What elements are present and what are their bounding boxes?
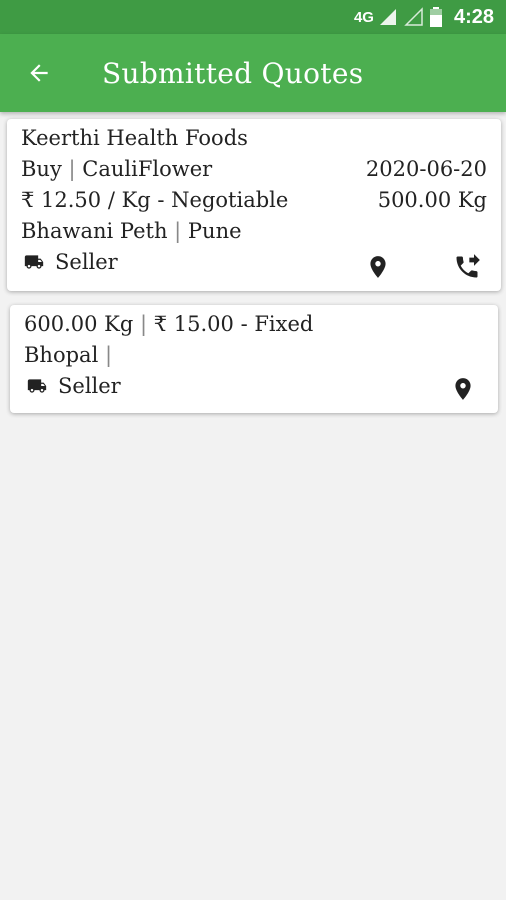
role-label: Seller (55, 250, 118, 274)
separator: | (139, 312, 148, 336)
quote-role-row: Seller (21, 249, 487, 275)
location-city: Bhopal (24, 343, 99, 367)
page-title: Submitted Quotes (102, 56, 364, 90)
quote-card[interactable]: 600.00 Kg | ₹ 15.00 - Fixed Bhopal | Sel… (10, 305, 498, 413)
signal-icon (379, 9, 396, 25)
quote-company-row: Keerthi Health Foods (21, 125, 487, 151)
quote-role: Seller (21, 249, 118, 275)
battery-icon (429, 7, 442, 27)
quote-date: 2020-06-20 (365, 157, 487, 181)
quote-price-line: 600.00 Kg | ₹ 15.00 - Fixed (24, 311, 313, 337)
separator: | (104, 343, 113, 367)
quote-price: ₹ 15.00 - Fixed (153, 312, 314, 336)
location-city: Pune (187, 219, 242, 243)
app-bar: Submitted Quotes (0, 34, 506, 112)
quote-type: Buy (21, 157, 62, 181)
signal-empty-icon (404, 7, 423, 26)
arrow-back-icon[interactable] (24, 58, 54, 88)
quote-location: Bhopal | (24, 342, 112, 368)
location-area: Bhawani Peth (21, 219, 168, 243)
status-bar: 4G 4:28 (0, 0, 506, 34)
phone-forward-icon[interactable] (453, 253, 481, 281)
truck-icon (27, 379, 47, 393)
company-name: Keerthi Health Foods (21, 126, 248, 150)
truck-icon (24, 255, 44, 269)
role-label: Seller (58, 374, 121, 398)
quote-price-row: 600.00 Kg | ₹ 15.00 - Fixed (24, 311, 484, 337)
quote-product: Buy | CauliFlower (21, 156, 212, 182)
separator: | (174, 219, 182, 243)
quote-location-row: Bhawani Peth | Pune (21, 218, 487, 244)
quote-product-row: Buy | CauliFlower 2020-06-20 (21, 156, 487, 182)
quote-quantity: 500.00 Kg (377, 188, 487, 212)
quote-price: ₹ 12.50 / Kg - Negotiable (21, 188, 289, 212)
quote-role: Seller (24, 373, 121, 399)
quote-role-row: Seller (24, 373, 484, 399)
clock: 4:28 (453, 5, 494, 28)
network-type: 4G (353, 8, 374, 26)
location-pin-icon[interactable] (450, 375, 476, 403)
quote-card[interactable]: Keerthi Health Foods Buy | CauliFlower 2… (7, 119, 501, 291)
quote-price-row: ₹ 12.50 / Kg - Negotiable 500.00 Kg (21, 187, 487, 213)
quote-location-row: Bhopal | (24, 342, 484, 368)
separator: | (68, 157, 76, 181)
product-name: CauliFlower (82, 157, 213, 181)
quote-location: Bhawani Peth | Pune (21, 218, 242, 244)
quote-quantity: 600.00 Kg (24, 312, 134, 336)
location-pin-icon[interactable] (365, 253, 391, 281)
